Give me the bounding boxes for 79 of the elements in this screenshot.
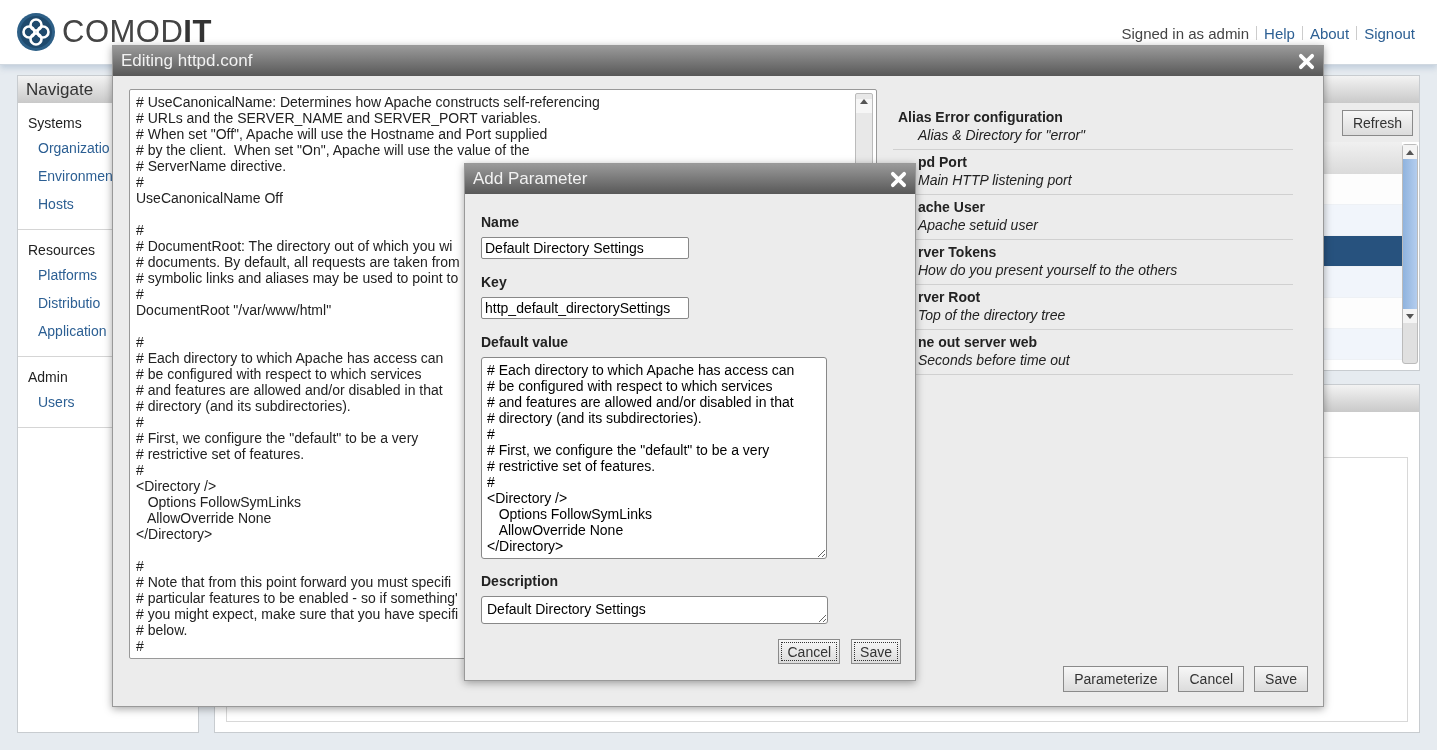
code-line: # particular features to be enabled - so if something': [136, 590, 458, 606]
code-line: # below.: [136, 622, 188, 638]
parameter-description: Apache setuid user: [916, 216, 1038, 235]
parameter-description: How do you present yourself to the others: [917, 261, 1178, 280]
code-line: #: [136, 222, 144, 238]
dialog-button[interactable]: Save: [851, 639, 901, 664]
sidebar-link[interactable]: Organizatio: [28, 137, 110, 165]
refresh-button[interactable]: Refresh: [1341, 109, 1413, 136]
code-line: <Directory />: [136, 478, 217, 494]
code-line: #: [136, 174, 144, 190]
code-line: # First, we configure the "default" to be a very: [136, 430, 419, 446]
code-line: # symbolic links and aliases may be used to point to: [136, 270, 459, 286]
sidebar-link[interactable]: Application: [28, 320, 107, 348]
dialog-button[interactable]: Save: [1254, 666, 1308, 692]
code-line: # When set "Off", Apache will use the Hostname and Port supplied: [136, 126, 548, 142]
sidebar-link[interactable]: Distributio: [28, 292, 101, 320]
text-area[interactable]: Default Directory Settings: [481, 596, 828, 624]
text-area[interactable]: # Each directory to which Apache has access can # be configured with respect to which services # and features are allowed and/or disabled in that # directory (and its subdirectories). # # First, we configure the "default" to be a very # restrictive set of features. # <Directory /> Options FollowSymLinks AllowOverride None </Directory>: [481, 357, 827, 559]
dialog-title: Add Parameter: [473, 169, 588, 189]
input-field[interactable]: http_default_directorySettings: [481, 297, 689, 319]
signed-in-text: Signed in as admin: [1121, 24, 1250, 42]
code-line: #: [136, 414, 144, 430]
header-link[interactable]: Signout: [1364, 24, 1415, 42]
code-line: # URLs and the SERVER_NAME and SERVER_PORT variables.: [136, 110, 542, 126]
close-icon[interactable]: [890, 170, 907, 188]
code-line: Options FollowSymLinks: [146, 494, 301, 510]
field-label: Key: [481, 274, 507, 290]
sidebar-link[interactable]: Platforms: [28, 264, 98, 292]
code-line: </Directory>: [136, 526, 213, 542]
code-line: UseCanonicalName Off: [136, 190, 283, 206]
code-line: # restrictive set of features.: [136, 446, 305, 462]
parameter-description: Seconds before time out: [917, 351, 1070, 370]
code-line: #: [136, 558, 144, 574]
parameter-name: pd Port: [917, 153, 967, 171]
header-link[interactable]: Help: [1264, 24, 1295, 42]
close-icon[interactable]: [1298, 52, 1315, 70]
dialog-title: Editing httpd.conf: [121, 51, 253, 71]
section-label: Systems: [28, 115, 82, 131]
section-label: Resources: [28, 242, 95, 258]
dialog-button[interactable]: Cancel: [1178, 666, 1245, 692]
field-label: Description: [481, 573, 558, 589]
code-line: # by the client. When set "On", Apache will use the value of the: [136, 142, 530, 158]
code-line: AllowOverride None: [145, 510, 272, 526]
sidebar-link[interactable]: Environmen: [28, 165, 113, 193]
code-line: # Note that from this point forward you must specifi: [136, 574, 452, 590]
code-line: # and features are allowed and/or disabled in that: [136, 382, 443, 398]
parameter-description: Alias & Directory for "error": [916, 126, 1086, 145]
code-line: #: [136, 462, 144, 478]
header-link[interactable]: About: [1309, 24, 1350, 42]
code-line: DocumentRoot "/var/www/html": [136, 302, 332, 318]
parameter-name: ache User: [917, 198, 985, 216]
field-label: Name: [481, 214, 520, 230]
code-line: #: [136, 286, 144, 302]
sidebar-link[interactable]: Users: [28, 391, 75, 419]
parameter-name: ne out server web: [917, 333, 1038, 351]
code-line: # Each directory to which Apache has access can: [136, 350, 444, 366]
logo-icon: [16, 12, 56, 52]
code-line: #: [136, 638, 144, 654]
parameter-description: Main HTTP listening port: [917, 171, 1072, 190]
code-line: #: [136, 334, 144, 350]
parameter-name: Alias Error configuration: [898, 108, 1063, 126]
field-label: Default value: [481, 334, 569, 350]
parameter-name: rver Tokens: [917, 243, 997, 261]
input-field[interactable]: Default Directory Settings: [481, 237, 689, 259]
dialog-button[interactable]: Parameterize: [1063, 666, 1169, 692]
code-line: # DocumentRoot: The directory out of which you wi: [136, 238, 453, 254]
code-line: # ServerName directive.: [136, 158, 287, 174]
parameter-description: Top of the directory tree: [917, 306, 1066, 325]
code-line: # be configured with respect to which services: [136, 366, 422, 382]
dialog-button[interactable]: Cancel: [778, 639, 841, 664]
sidebar-link[interactable]: Hosts: [28, 193, 74, 221]
logo-text: COMODIT: [62, 14, 212, 50]
scrollbar[interactable]: [1402, 144, 1418, 364]
code-line: # documents. By default, all requests are taken from: [136, 254, 460, 270]
parameter-name: rver Root: [917, 288, 981, 306]
code-line: # directory (and its subdirectories).: [136, 398, 351, 414]
parameter-item[interactable]: Alias Error configuration Alias & Directory for "error": [893, 105, 1293, 150]
section-label: Admin: [28, 369, 68, 385]
code-line: # you might expect, make sure that you have specifi: [136, 606, 459, 622]
